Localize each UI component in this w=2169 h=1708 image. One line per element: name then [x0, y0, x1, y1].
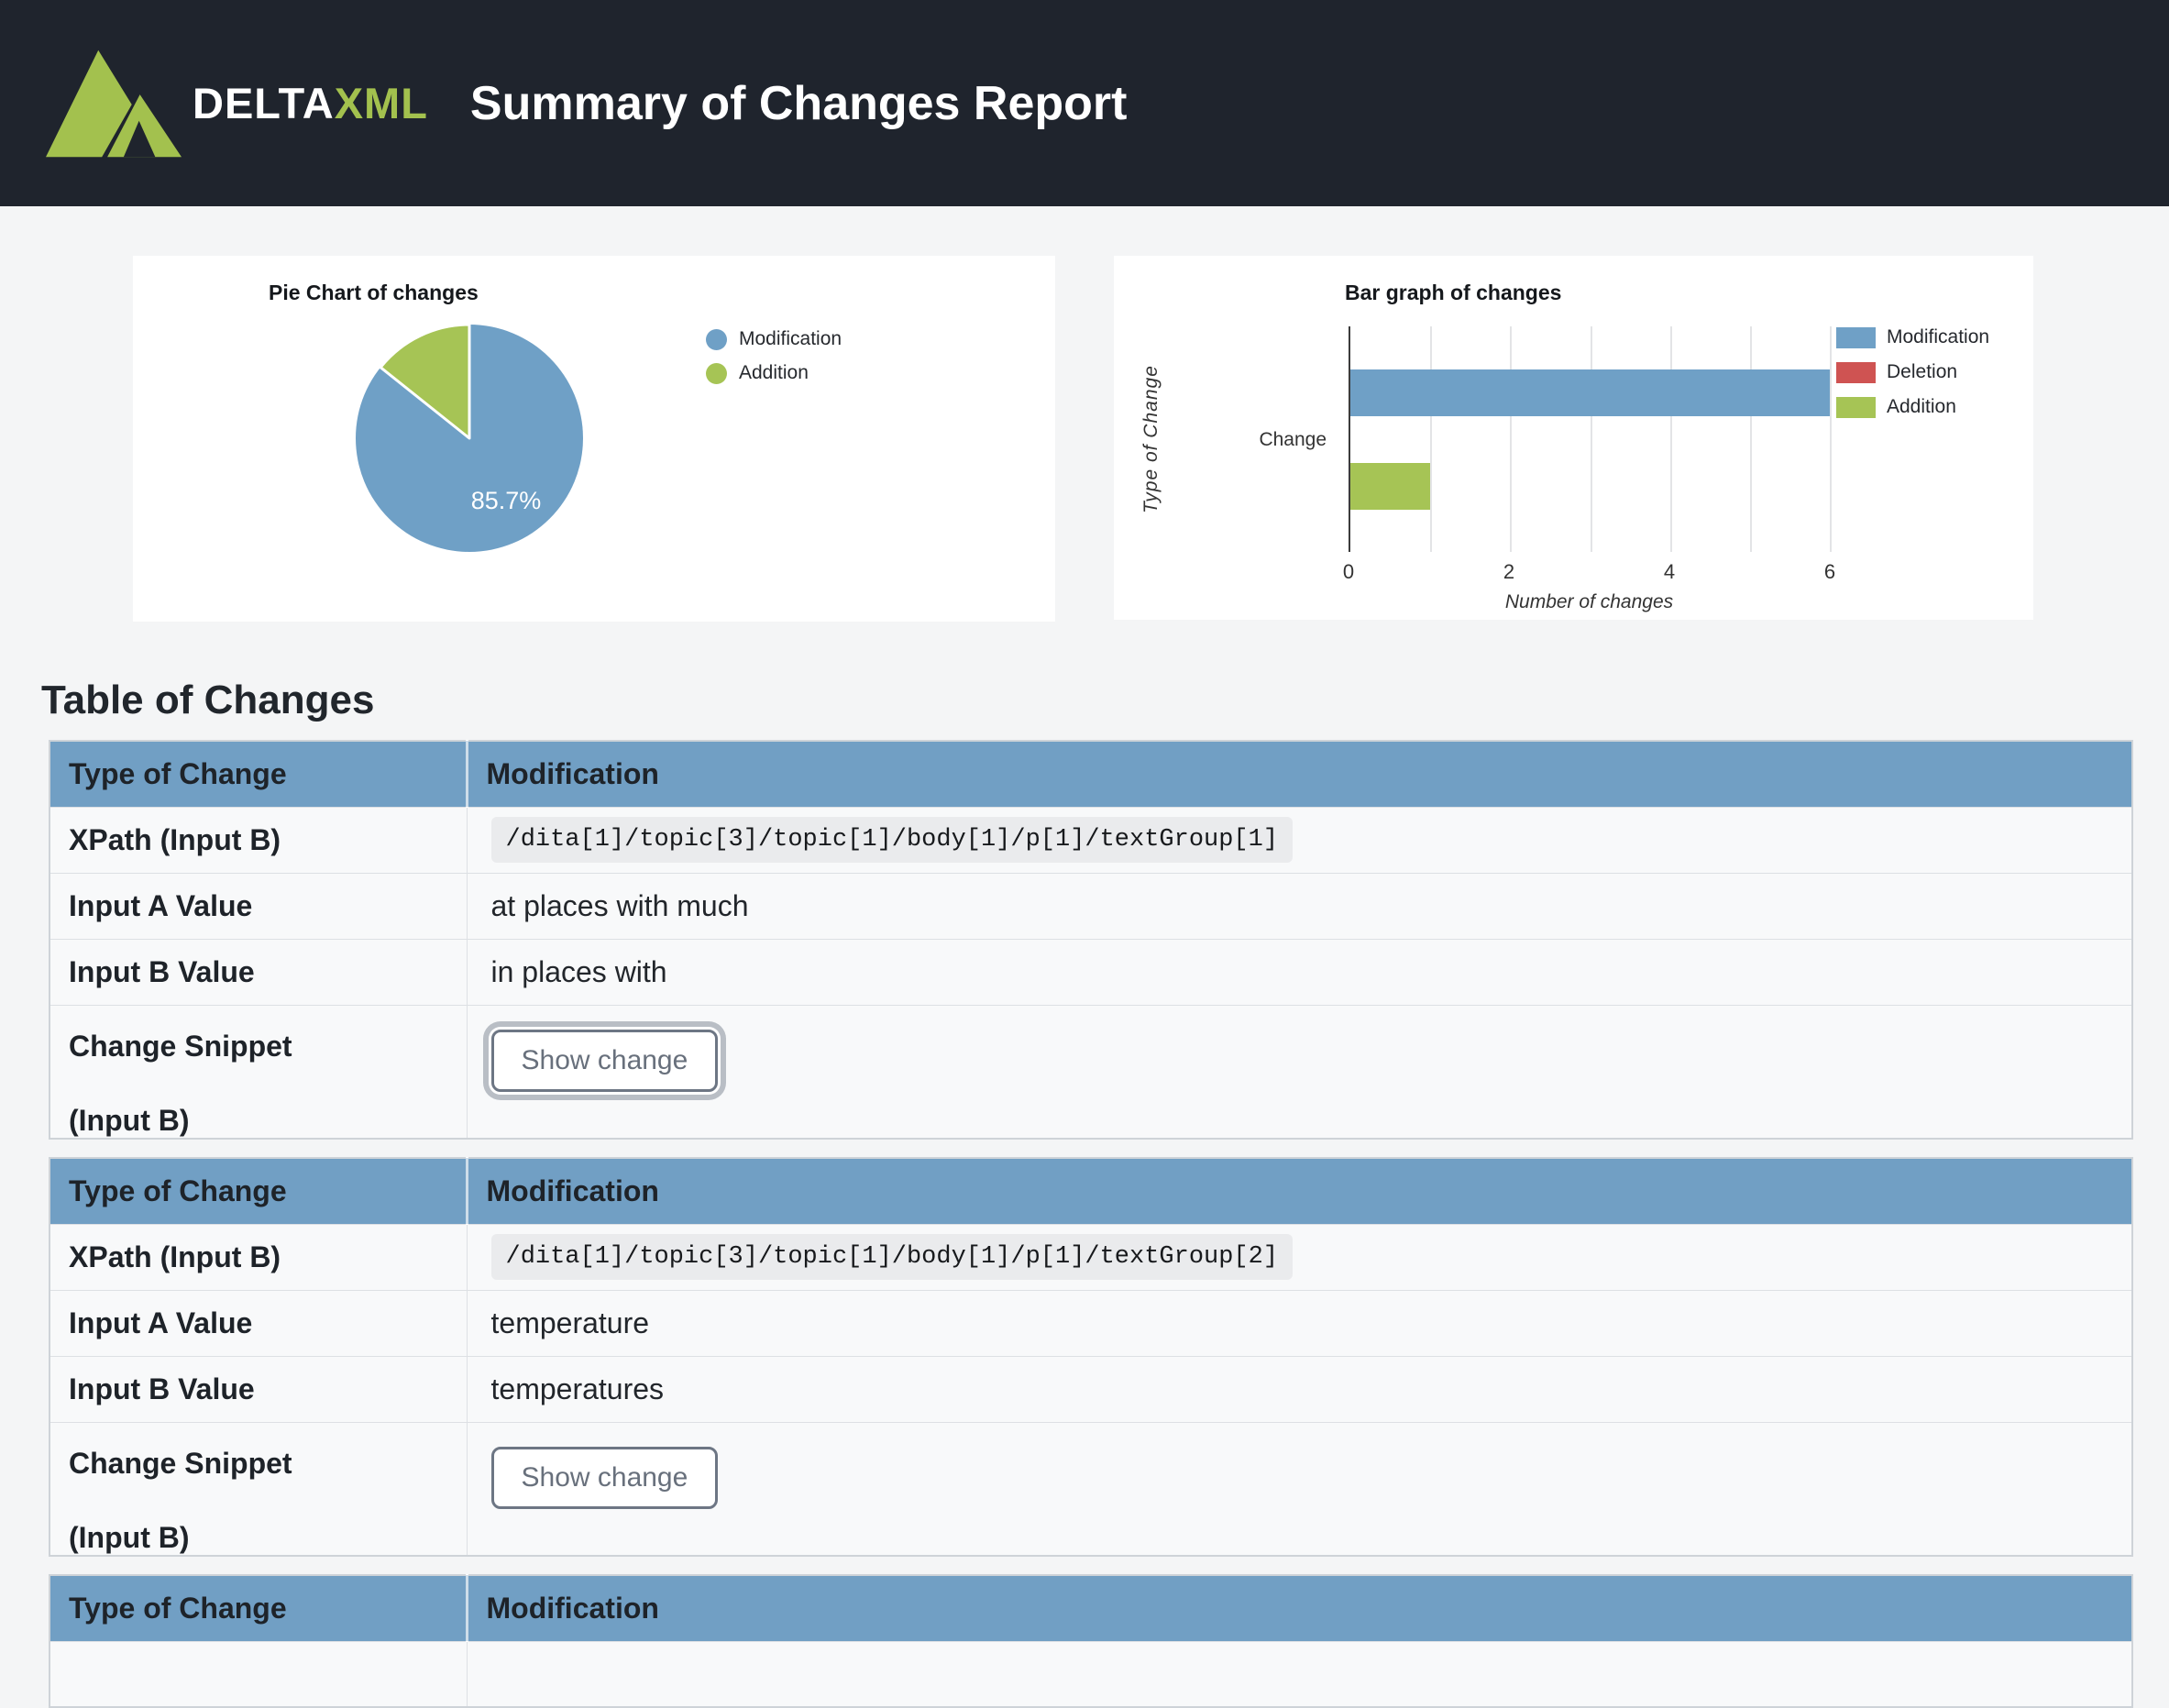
bar-legend: Modification Deletion Addition: [1836, 326, 1989, 431]
change-snippet-label: Change Snippet: [69, 1030, 448, 1063]
table-row: Input A Value at places with much: [50, 873, 2132, 939]
bar-y-axis-label: Type of Change: [1136, 326, 1167, 552]
app-header: DELTAXML Summary of Changes Report: [0, 0, 2169, 206]
pie-chart-card: Pie Chart of changes 85.7% Modification …: [133, 256, 1055, 622]
x-tick: 4: [1664, 560, 1675, 584]
xpath-value: /dita[1]/topic[3]/topic[1]/body[1]/p[1]/…: [491, 817, 1294, 863]
change-snippet-label-input-b: (Input B): [69, 1104, 448, 1138]
change-type-value-header: Modification: [467, 1575, 2132, 1641]
change-type-value-header: Modification: [467, 1158, 2132, 1224]
bar-chart-title: Bar graph of changes: [1345, 281, 1561, 305]
table-row: Input A Value temperature: [50, 1290, 2132, 1356]
type-of-change-header: Type of Change: [50, 1158, 467, 1224]
gridline: [1670, 326, 1672, 552]
pie-legend-item-modification: Modification: [706, 328, 842, 350]
xpath-label: XPath (Input B): [50, 807, 467, 873]
table-header-row: Type of Change Modification: [50, 1158, 2132, 1224]
x-tick: 2: [1503, 560, 1514, 584]
change-snippet-label: Change Snippet: [69, 1447, 448, 1481]
logo-xml: XML: [335, 79, 428, 127]
gridline: [1591, 326, 1592, 552]
bar-legend-label: Deletion: [1887, 361, 1957, 383]
input-a-label: Input A Value: [50, 873, 467, 939]
change-table-3: Type of Change Modification: [49, 1574, 2133, 1708]
bar-category-label: Change: [1206, 429, 1327, 451]
bar-legend-item-deletion: Deletion: [1836, 361, 1989, 383]
modification-legend-dot-icon: [706, 329, 727, 350]
input-a-value: at places with much: [467, 873, 2132, 939]
table-header-row: Type of Change Modification: [50, 741, 2132, 807]
deltaxml-logo-text: DELTAXML: [193, 78, 428, 128]
pie-chart: [133, 256, 1055, 622]
table-row: Change Snippet (Input B) Show change: [50, 1422, 2132, 1556]
bar-addition: [1350, 463, 1430, 510]
bar-legend-label: Modification: [1887, 326, 1989, 348]
table-header-row: Type of Change Modification: [50, 1575, 2132, 1641]
bar-x-axis-ticks: 0 2 4 6: [1349, 560, 1830, 586]
show-change-button[interactable]: Show change: [491, 1447, 719, 1509]
bar-x-axis-label: Number of changes: [1349, 591, 1830, 613]
input-a-label: Input A Value: [50, 1290, 467, 1356]
change-table-1: Type of Change Modification XPath (Input…: [49, 740, 2133, 1140]
gridline: [1830, 326, 1832, 552]
bar-legend-item-modification: Modification: [1836, 326, 1989, 348]
pie-legend: Modification Addition: [706, 328, 842, 396]
gridline: [1510, 326, 1512, 552]
addition-legend-dot-icon: [706, 363, 727, 384]
change-table-2: Type of Change Modification XPath (Input…: [49, 1157, 2133, 1557]
table-row: [50, 1641, 2132, 1707]
input-a-value: temperature: [467, 1290, 2132, 1356]
table-row: Input B Value temperatures: [50, 1356, 2132, 1422]
x-tick: 6: [1824, 560, 1835, 584]
change-snippet-label-input-b: (Input B): [69, 1521, 448, 1555]
table-row: XPath (Input B) /dita[1]/topic[3]/topic[…: [50, 807, 2132, 873]
logo-delta: DELTA: [193, 79, 335, 127]
change-type-value-header: Modification: [467, 741, 2132, 807]
table-row: Change Snippet (Input B) Show change: [50, 1005, 2132, 1139]
type-of-change-header: Type of Change: [50, 1575, 467, 1641]
charts-row: Pie Chart of changes 85.7% Modification …: [133, 256, 2169, 622]
pie-legend-label: Modification: [739, 328, 842, 350]
input-b-value: in places with: [467, 939, 2132, 1005]
xpath-label: XPath (Input B): [50, 1224, 467, 1290]
input-b-label: Input B Value: [50, 1356, 467, 1422]
section-heading: Table of Changes: [41, 678, 2169, 722]
gridline: [1430, 326, 1432, 552]
bar-plot-area: [1349, 326, 1830, 552]
bar-modification: [1350, 369, 1830, 416]
table-row: XPath (Input B) /dita[1]/topic[3]/topic[…: [50, 1224, 2132, 1290]
table-row: Input B Value in places with: [50, 939, 2132, 1005]
bar-legend-item-addition: Addition: [1836, 396, 1989, 418]
addition-legend-swatch-icon: [1836, 397, 1876, 418]
modification-legend-swatch-icon: [1836, 327, 1876, 348]
input-b-value: temperatures: [467, 1356, 2132, 1422]
show-change-button[interactable]: Show change: [491, 1030, 719, 1092]
pie-slice-percentage: 85.7%: [456, 487, 556, 515]
deltaxml-logo-icon: [46, 50, 182, 158]
xpath-value: /dita[1]/topic[3]/topic[1]/body[1]/p[1]/…: [491, 1234, 1294, 1280]
type-of-change-header: Type of Change: [50, 741, 467, 807]
gridline: [1750, 326, 1752, 552]
pie-legend-label: Addition: [739, 362, 809, 384]
bar-legend-label: Addition: [1887, 396, 1956, 418]
deletion-legend-swatch-icon: [1836, 362, 1876, 383]
pie-legend-item-addition: Addition: [706, 362, 842, 384]
x-tick: 0: [1343, 560, 1354, 584]
bar-chart-card: Bar graph of changes Type of Change Chan…: [1114, 256, 2033, 620]
input-b-label: Input B Value: [50, 939, 467, 1005]
page-title: Summary of Changes Report: [470, 76, 1128, 131]
